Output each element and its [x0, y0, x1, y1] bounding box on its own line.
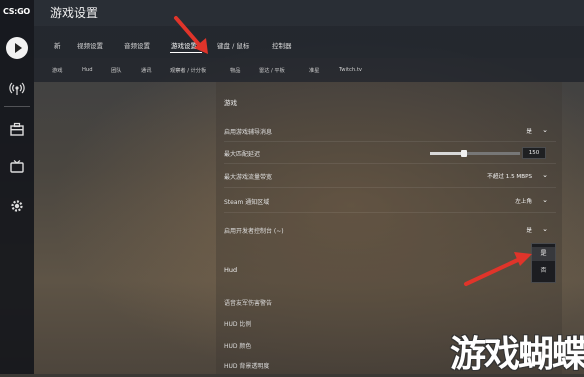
- play-icon[interactable]: [6, 37, 28, 59]
- title-bar: 游戏设置: [34, 0, 584, 26]
- antenna-icon[interactable]: [7, 78, 27, 98]
- gear-icon[interactable]: [7, 196, 27, 216]
- setting-value[interactable]: 是: [526, 127, 532, 135]
- setting-row-hud-scale[interactable]: HUD 比例: [224, 313, 404, 333]
- row-divider: [224, 212, 556, 213]
- page-title: 游戏设置: [50, 6, 99, 20]
- subtab-game[interactable]: 游戏: [52, 67, 62, 74]
- setting-row-game-hints[interactable]: 启用游戏辅导消息 是 ⌄: [224, 120, 556, 142]
- setting-row-max-matchmaking-ping[interactable]: 最大匹配延迟 150: [224, 142, 556, 164]
- row-divider: [224, 163, 556, 164]
- annotation-arrow-dropdown: [464, 252, 532, 286]
- subtab-twitch[interactable]: Twitch.tv: [339, 67, 362, 73]
- setting-label: 启用开发者控制台 (~): [224, 228, 284, 235]
- chevron-down-icon[interactable]: ⌄: [542, 171, 548, 179]
- setting-label: HUD 颜色: [224, 343, 252, 350]
- setting-row-hud-color[interactable]: HUD 颜色: [224, 335, 404, 355]
- tab-new[interactable]: 新: [54, 40, 61, 50]
- subtab-items[interactable]: 物品: [230, 67, 240, 74]
- secondary-tabs: 游戏 Hud 团队 通讯 观察者 / 计分板 物品 雷达 / 平板 准星 Twi…: [34, 58, 584, 82]
- tab-controller[interactable]: 控制器: [272, 40, 292, 50]
- setting-row-hud-bg-alpha[interactable]: HUD 背景透明度: [224, 355, 404, 375]
- chevron-down-icon[interactable]: ⌄: [542, 196, 548, 204]
- chevron-down-icon[interactable]: ⌄: [542, 126, 548, 134]
- section-title-game: 游戏: [224, 99, 237, 107]
- primary-tabs: 新 视频设置 音频设置 游戏设置 键盘 / 鼠标 控制器: [34, 26, 584, 58]
- tab-video-settings[interactable]: 视频设置: [77, 40, 103, 50]
- section-title-hud: Hud: [224, 266, 238, 274]
- setting-label: HUD 背景透明度: [224, 363, 270, 370]
- subtab-hud[interactable]: Hud: [82, 67, 92, 73]
- watermark-logo: 游戏蝴蝶: [450, 334, 584, 375]
- row-divider: [224, 187, 556, 188]
- setting-label: 最大匹配延迟: [224, 151, 261, 158]
- setting-row-developer-console[interactable]: 启用开发者控制台 (~) 是 ⌄: [224, 219, 556, 241]
- left-rail: CS:GO: [0, 0, 34, 374]
- setting-value[interactable]: 是: [526, 226, 532, 234]
- subtab-spectator-scoreboard[interactable]: 观察者 / 计分板: [170, 67, 206, 74]
- chevron-down-icon[interactable]: ⌄: [542, 225, 548, 233]
- setting-label: 最大游戏流量带宽: [224, 174, 273, 181]
- setting-row-steam-notification[interactable]: Steam 通知区域 左上角 ⌄: [224, 190, 556, 212]
- inventory-icon[interactable]: [7, 119, 27, 139]
- csgo-logo: CS:GO: [3, 7, 30, 16]
- tab-keyboard-mouse[interactable]: 键盘 / 鼠标: [217, 40, 249, 50]
- setting-row-max-bandwidth[interactable]: 最大游戏流量带宽 不超过 1.5 MBPS ⌄: [224, 165, 556, 187]
- setting-label: 启用游戏辅导消息: [224, 129, 273, 136]
- subtab-crosshair[interactable]: 准星: [309, 67, 319, 74]
- rail-divider: [4, 106, 30, 107]
- setting-label: HUD 比例: [224, 321, 252, 328]
- annotation-arrow-tab: [174, 16, 208, 54]
- setting-value[interactable]: 左上角: [515, 197, 532, 205]
- setting-row-ff-warning[interactable]: 语音友军伤害警告: [224, 292, 404, 312]
- slider-fill: [430, 152, 465, 155]
- tv-icon[interactable]: [7, 157, 27, 177]
- tab-audio-settings[interactable]: 音频设置: [124, 40, 150, 50]
- subtab-comms[interactable]: 通讯: [141, 67, 151, 74]
- slider-handle[interactable]: [461, 150, 468, 157]
- setting-value[interactable]: 不超过 1.5 MBPS: [487, 172, 532, 180]
- setting-label: 语音友军伤害警告: [224, 300, 273, 307]
- subtab-radar-tablet[interactable]: 雷达 / 平板: [259, 67, 285, 74]
- ping-value-input[interactable]: 150: [522, 147, 546, 159]
- ping-slider[interactable]: [430, 150, 520, 157]
- setting-label: Steam 通知区域: [224, 199, 270, 206]
- subtab-team[interactable]: 团队: [111, 67, 121, 74]
